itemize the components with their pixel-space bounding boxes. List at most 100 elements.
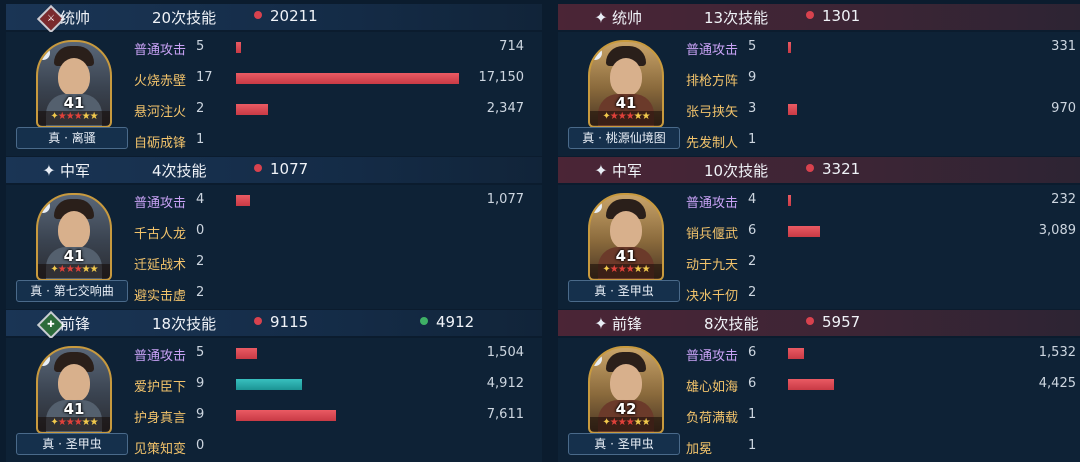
general-header: ⚔ 统帅 20次技能 20211 — [6, 4, 542, 34]
skill-count: 10次技能 — [704, 162, 769, 180]
skill-uses: 5 — [196, 345, 205, 360]
general-body: ⚙ 42 ✦★★★★★ 真 · 圣甲虫 普通攻击 6 1,532 雄心如海 6 4,425 负荷满载… — [558, 338, 1080, 462]
general-header: ✦ 前锋 8次技能 5957 — [558, 310, 1080, 336]
skill-row: 避实击虚 2 — [6, 278, 542, 309]
skill-name[interactable]: 先发制人 — [686, 132, 738, 151]
skill-count: 8次技能 — [704, 315, 759, 333]
skill-damage-bar — [236, 348, 257, 359]
skill-uses: 1 — [748, 438, 757, 453]
skill-name[interactable]: 护身真言 — [134, 407, 186, 426]
skill-uses: 6 — [748, 345, 757, 360]
skill-damage-bar — [788, 104, 797, 115]
general-panel[interactable]: ✦ 中军 4次技能 1077 ⚙ 41 ✦★★★★★ 真 · 第七交响曲 普通攻击 4 1,077 千… — [6, 157, 542, 309]
skill-damage-bar — [788, 195, 791, 206]
skill-uses: 2 — [748, 254, 757, 269]
skill-damage-bar — [788, 348, 804, 359]
emblem-glyph-icon: ✚ — [47, 319, 55, 330]
skill-row: 张弓挟矢 3 970 — [558, 94, 1080, 125]
general-panel[interactable]: ✦ 统帅 13次技能 1301 ⚙ 41 ✦★★★★★ 真 · 桃源仙境图 普通攻击 5 331 排枪… — [558, 4, 1080, 156]
skill-name[interactable]: 悬河注火 — [134, 101, 186, 120]
skill-row: 雄心如海 6 4,425 — [558, 369, 1080, 400]
skill-name[interactable]: 普通攻击 — [134, 345, 186, 364]
skill-value: 3,089 — [1038, 223, 1076, 238]
general-header: ✦ 统帅 13次技能 1301 — [558, 4, 1080, 30]
skill-value: 7,611 — [486, 407, 524, 422]
skill-name[interactable]: 迁延战术 — [134, 254, 186, 273]
role-label: 统帅 — [60, 9, 91, 27]
skill-row: 普通攻击 5 714 — [6, 32, 542, 63]
general-panel[interactable]: ✚ 前锋 18次技能 9115 4912 ⚙ 41 ✦★★★★★ 真 · 圣甲虫 普通攻击 5 1,5… — [6, 310, 542, 462]
skill-value: 1,532 — [1038, 345, 1076, 360]
skill-value: 714 — [499, 39, 524, 54]
skill-name[interactable]: 排枪方阵 — [686, 70, 738, 89]
star-emblem-icon: ✦ — [42, 160, 56, 180]
damage-total: 1077 — [254, 160, 308, 178]
skill-row: 动于九天 2 — [558, 247, 1080, 278]
skill-name[interactable]: 普通攻击 — [686, 192, 738, 211]
skill-name[interactable]: 决水千仞 — [686, 285, 738, 304]
skill-value: 2,347 — [486, 101, 524, 116]
skill-value: 1,504 — [486, 345, 524, 360]
skill-name[interactable]: 雄心如海 — [686, 376, 738, 395]
skill-count: 18次技能 — [152, 315, 217, 333]
skill-uses: 0 — [196, 438, 205, 453]
skill-row: 排枪方阵 9 — [558, 63, 1080, 94]
skill-count: 4次技能 — [152, 162, 207, 180]
skill-name[interactable]: 加冕 — [686, 438, 712, 457]
skill-damage-bar — [236, 42, 241, 53]
skill-row: 先发制人 1 — [558, 125, 1080, 156]
skill-name[interactable]: 动于九天 — [686, 254, 738, 273]
team-right: ✦ 统帅 13次技能 1301 ⚙ 41 ✦★★★★★ 真 · 桃源仙境图 普通攻击 5 331 排枪… — [558, 0, 1080, 462]
skill-uses: 4 — [196, 192, 205, 207]
damage-total: 5957 — [806, 313, 860, 331]
general-body: ⚙ 41 ✦★★★★★ 真 · 圣甲虫 普通攻击 5 1,504 爱护臣下 9 4,912 护身真言… — [6, 338, 542, 462]
skill-name[interactable]: 普通攻击 — [134, 192, 186, 211]
star-emblem-icon: ✦ — [594, 160, 608, 180]
skill-name[interactable]: 避实击虚 — [134, 285, 186, 304]
general-panel[interactable]: ⚔ 统帅 20次技能 20211 ⚙ 41 ✦★★★★★ 真 · 离骚 普通攻击 5 714 火烧赤壁… — [6, 4, 542, 156]
skill-name[interactable]: 自砺成锋 — [134, 132, 186, 151]
skill-row: 普通攻击 4 232 — [558, 185, 1080, 216]
skill-name[interactable]: 爱护臣下 — [134, 376, 186, 395]
skill-uses: 2 — [196, 101, 205, 116]
general-header: ✦ 中军 4次技能 1077 — [6, 157, 542, 183]
damage-total: 3321 — [806, 160, 860, 178]
skill-name[interactable]: 千古人龙 — [134, 223, 186, 242]
team-left: ⚔ 统帅 20次技能 20211 ⚙ 41 ✦★★★★★ 真 · 离骚 普通攻击 5 714 火烧赤壁… — [6, 0, 542, 462]
skill-damage-bar — [236, 73, 459, 84]
skill-uses: 5 — [196, 39, 205, 54]
general-body: ⚙ 41 ✦★★★★★ 真 · 圣甲虫 普通攻击 4 232 销兵偃武 6 3,089 动于九天 2 决… — [558, 185, 1080, 309]
skill-name[interactable]: 普通攻击 — [134, 39, 186, 58]
general-header: ✦ 中军 10次技能 3321 — [558, 157, 1080, 183]
skill-name[interactable]: 销兵偃武 — [686, 223, 738, 242]
star-emblem-icon: ✦ — [594, 313, 608, 333]
general-panel[interactable]: ✦ 中军 10次技能 3321 ⚙ 41 ✦★★★★★ 真 · 圣甲虫 普通攻击 4 232 销兵偃武… — [558, 157, 1080, 309]
emblem-glyph-icon: ⚔ — [46, 13, 56, 24]
skill-value: 970 — [1051, 101, 1076, 116]
general-panel[interactable]: ✦ 前锋 8次技能 5957 ⚙ 42 ✦★★★★★ 真 · 圣甲虫 普通攻击 6 1,532 雄心如… — [558, 310, 1080, 462]
skill-name[interactable]: 普通攻击 — [686, 39, 738, 58]
skill-uses: 1 — [748, 407, 757, 422]
skill-damage-bar — [788, 379, 834, 390]
skill-uses: 9 — [748, 70, 757, 85]
damage-total: 1301 — [806, 7, 860, 25]
skill-uses: 2 — [196, 254, 205, 269]
skill-uses: 2 — [748, 285, 757, 300]
skill-value: 4,912 — [486, 376, 524, 391]
skill-damage-bar — [236, 104, 268, 115]
heal-total: 4912 — [420, 313, 474, 331]
skill-name[interactable]: 张弓挟矢 — [686, 101, 738, 120]
role-label: 中军 — [60, 162, 91, 180]
role-label: 统帅 — [612, 9, 643, 27]
skill-name[interactable]: 火烧赤壁 — [134, 70, 186, 89]
skill-name[interactable]: 普通攻击 — [686, 345, 738, 364]
skill-uses: 3 — [748, 101, 757, 116]
skill-row: 销兵偃武 6 3,089 — [558, 216, 1080, 247]
skill-damage-bar — [788, 42, 791, 53]
skill-name[interactable]: 见策知变 — [134, 438, 186, 457]
skill-name[interactable]: 负荷满载 — [686, 407, 738, 426]
skill-row: 爱护臣下 9 4,912 — [6, 369, 542, 400]
skill-row: 加冕 1 — [558, 431, 1080, 462]
skill-uses: 6 — [748, 223, 757, 238]
skill-row: 护身真言 9 7,611 — [6, 400, 542, 431]
